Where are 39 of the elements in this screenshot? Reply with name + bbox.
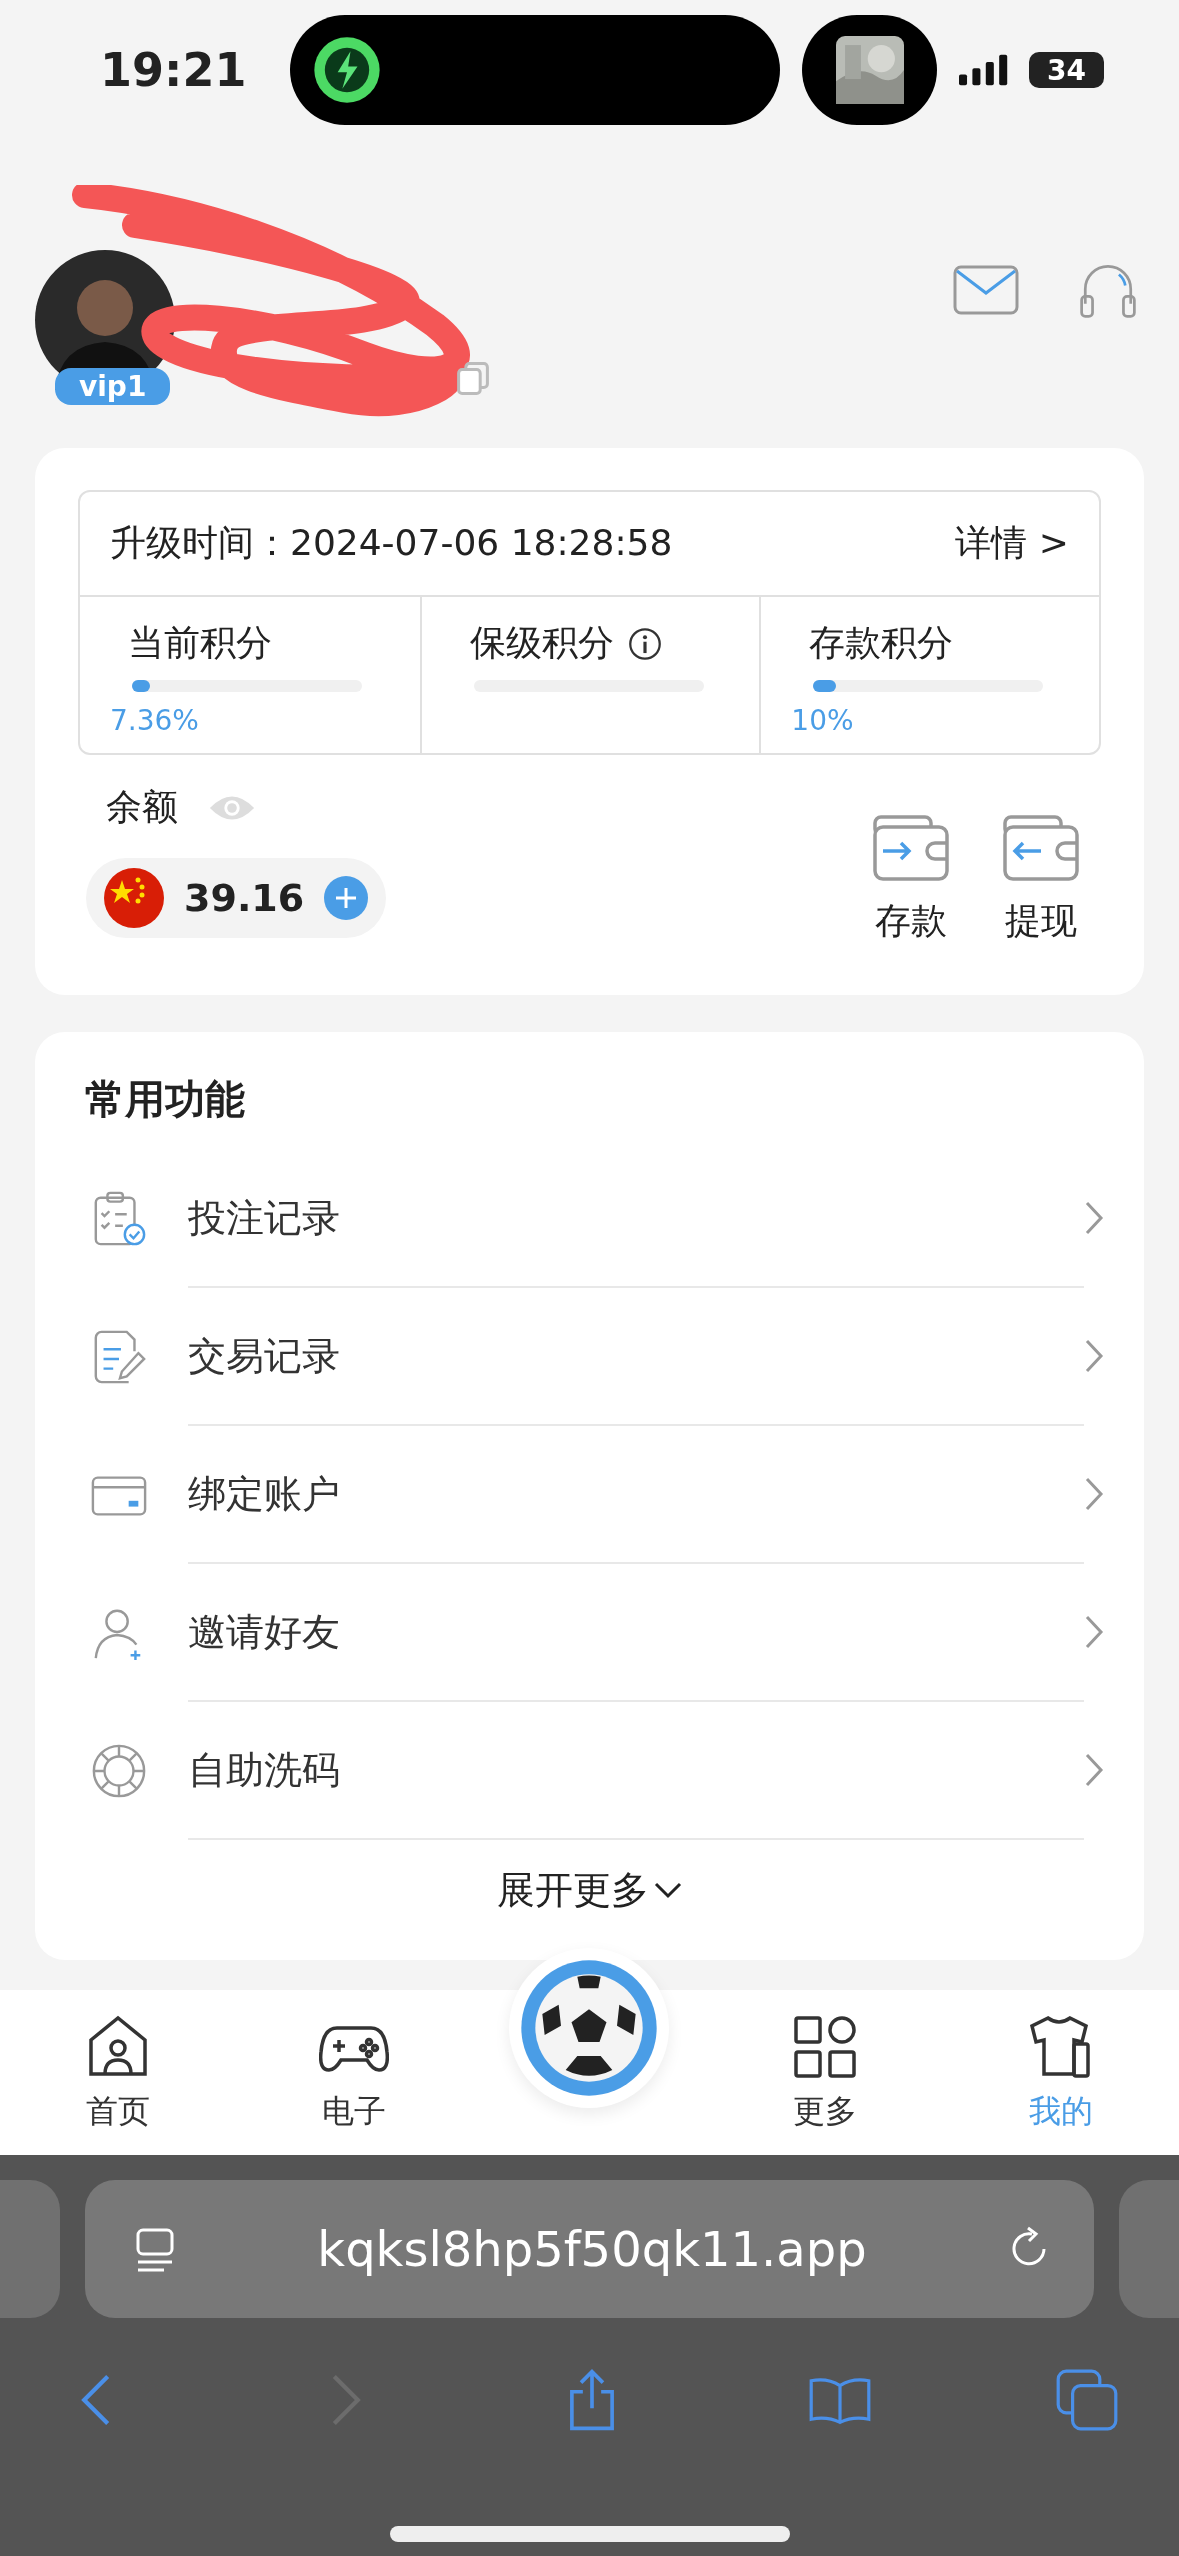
chevron-icon	[1084, 1752, 1104, 1788]
signal-icon	[959, 54, 1009, 86]
add-icon[interactable]	[324, 876, 369, 920]
tabs-icon[interactable]	[1055, 2368, 1119, 2432]
chevron-icon	[1084, 1200, 1104, 1236]
chevron-icon	[1084, 1614, 1104, 1650]
balance-amount: 39.16	[184, 876, 305, 920]
details-link[interactable]: 详情 >	[955, 519, 1069, 568]
status-time: 19:21	[100, 43, 248, 97]
flag-icon	[104, 868, 164, 928]
stat-label: 当前积分	[128, 621, 272, 665]
progress-reading: 10%	[791, 704, 855, 737]
address-bar[interactable]: kqksl8hp5f50qk11.app	[85, 2180, 1094, 2318]
tab[interactable]: 首页	[0, 2011, 236, 2134]
menu-item[interactable]: 绑定账户	[188, 1426, 1084, 1564]
chip-icon	[90, 1742, 148, 1800]
deposit-button[interactable]: 存款	[871, 813, 951, 946]
progress-reading: 7.36%	[110, 704, 200, 737]
tab[interactable]: 更多	[707, 2011, 944, 2134]
menu-item[interactable]: 交易记录	[188, 1288, 1084, 1426]
copy-icon[interactable]	[455, 360, 491, 396]
chevron-down-icon	[652, 1880, 683, 1900]
balance-label: 余额	[106, 785, 178, 829]
info-icon[interactable]	[627, 626, 662, 661]
chevron-icon	[1084, 1338, 1104, 1374]
upgrade-time: 升级时间：2024-07-06 18:28:58	[110, 521, 673, 565]
vip-badge: vip1	[55, 368, 171, 405]
menu-item[interactable]: 邀请好友	[188, 1564, 1084, 1702]
stat-label: 保级积分	[469, 621, 614, 665]
expand-more-link[interactable]: 展开更多	[496, 1840, 683, 1940]
stat-label: 存款积分	[809, 621, 954, 665]
section-title: 常用功能	[85, 1075, 246, 1124]
menu-item[interactable]: 投注记录	[188, 1150, 1084, 1288]
app-icon	[312, 35, 382, 105]
menu-item[interactable]: 自助洗码	[188, 1702, 1084, 1840]
withdraw-button[interactable]: 提现	[1001, 813, 1081, 946]
chevron-icon	[1084, 1476, 1104, 1512]
tab[interactable]: 电子	[235, 2011, 472, 2134]
battery-indicator: 34	[1029, 52, 1104, 88]
